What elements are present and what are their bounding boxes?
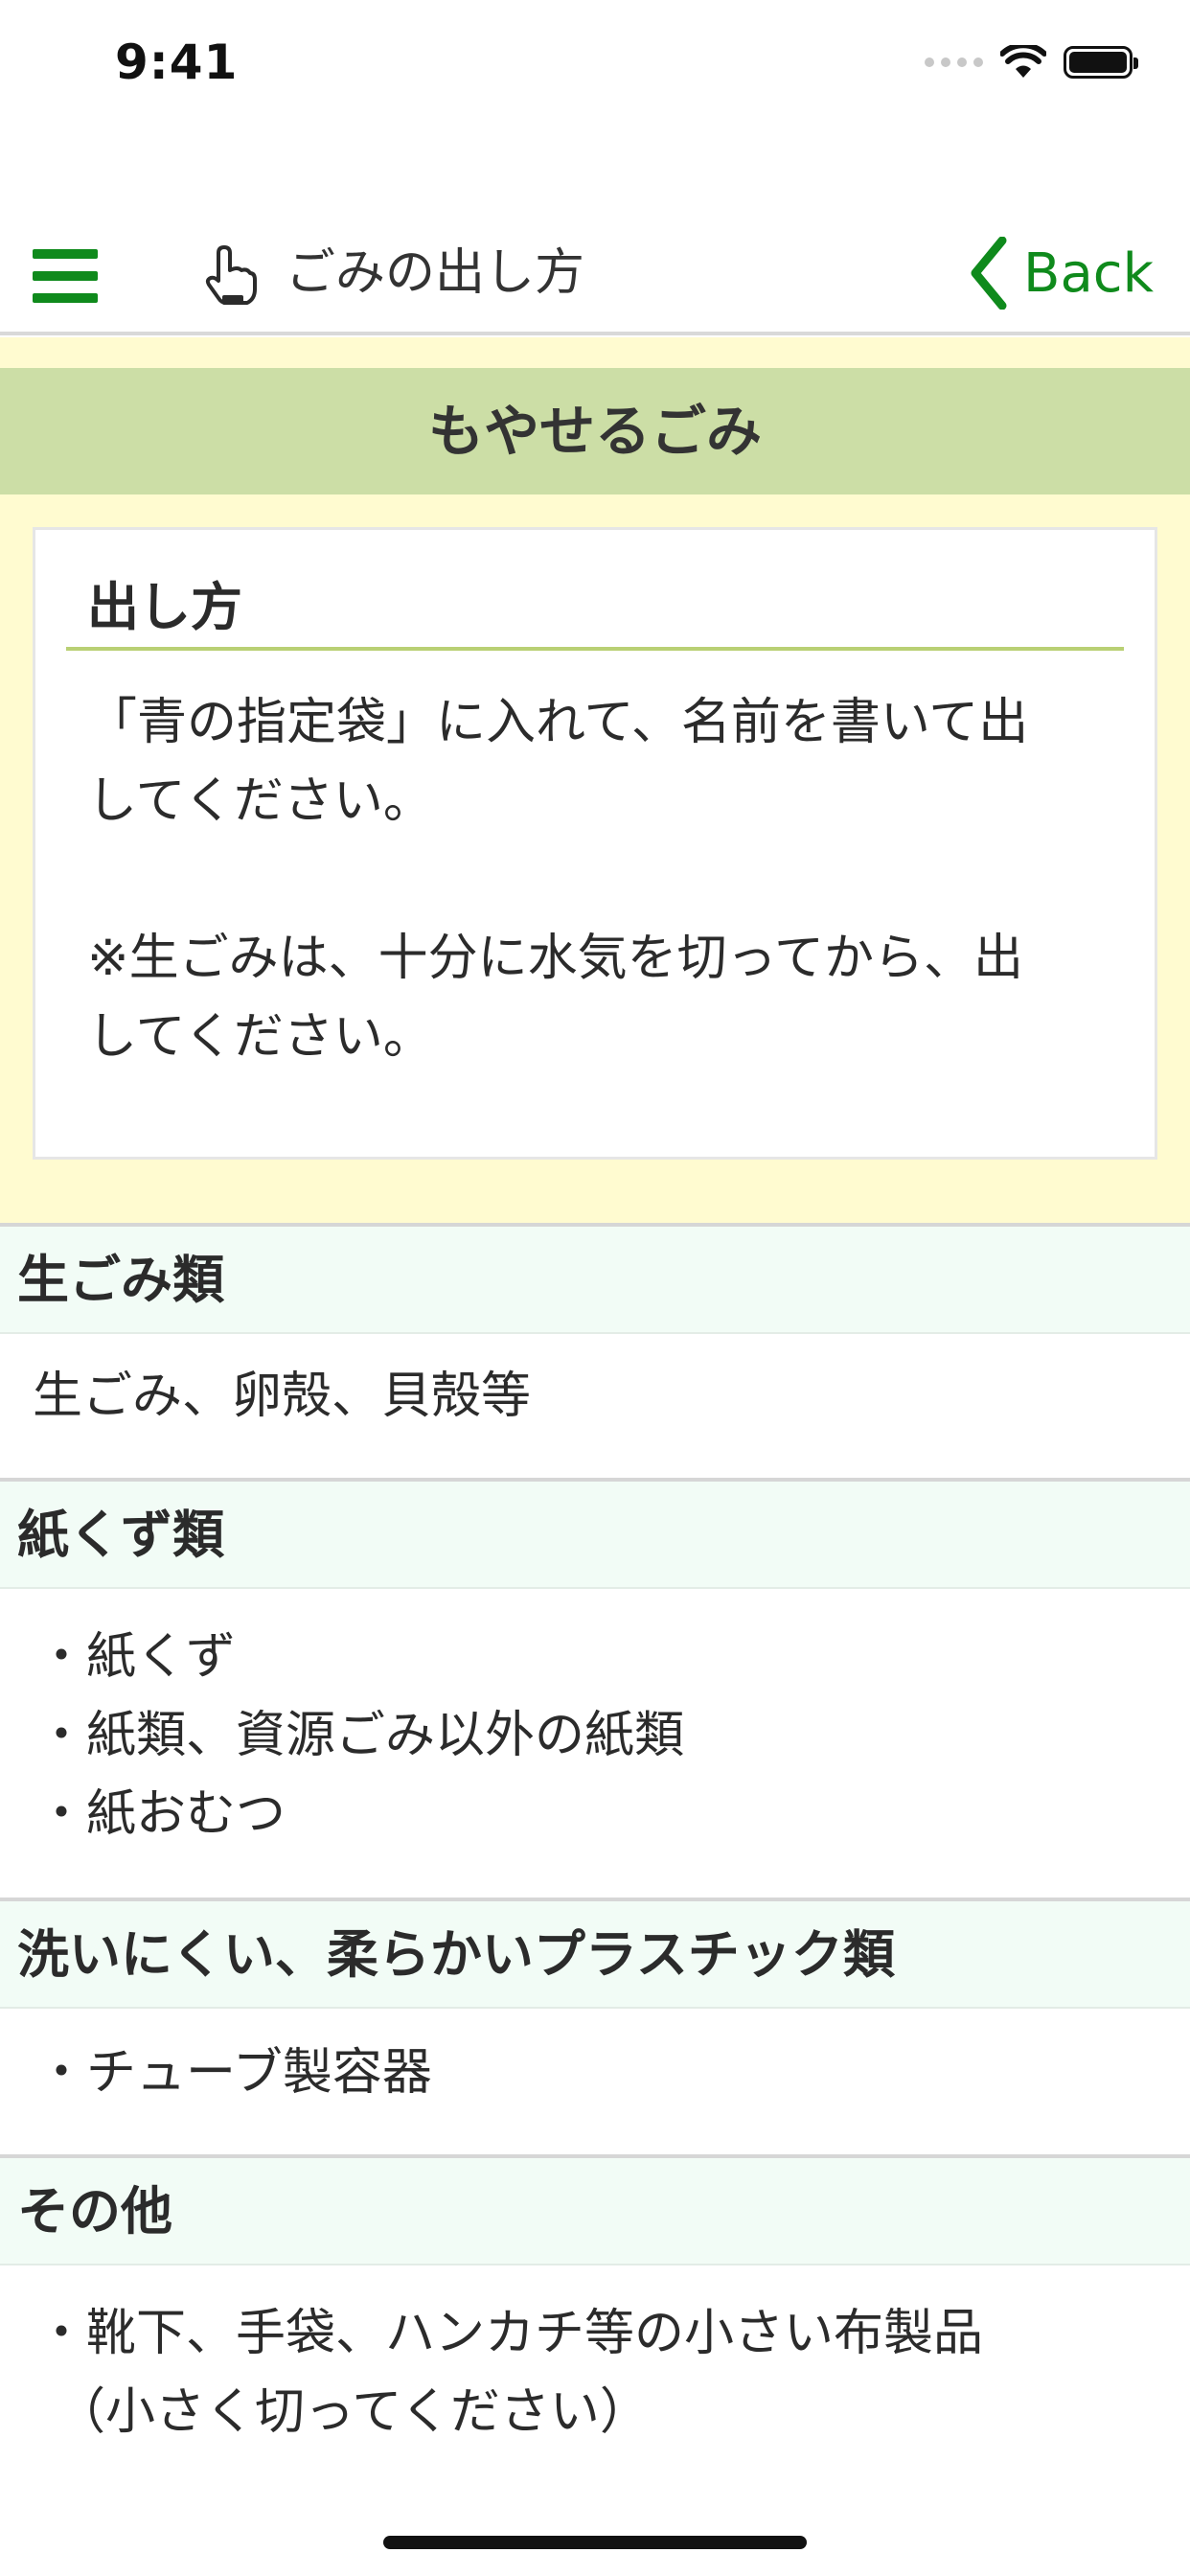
chevron-left-icon [971, 237, 1007, 310]
category-body-other: ・靴下、手袋、ハンカチ等の小さい布製品 （小さく切ってください） [0, 2266, 1190, 2476]
status-time: 9:41 [115, 34, 239, 90]
category-body-soft-plastics: ・チューブ製容器 [0, 2009, 1190, 2154]
category-header-food-waste: 生ごみ類 [0, 1223, 1190, 1334]
instructions-card: 出し方 「青の指定袋」に入れて、名前を書いて出 してください。 ※生ごみは、十分… [33, 527, 1157, 1160]
category-list: 生ごみ類 生ごみ、卵殻、貝殻等 紙くず類 ・紙くず ・紙類、資源ごみ以外の紙類 … [0, 1223, 1190, 2476]
list-item: ・紙類、資源ごみ以外の紙類 [36, 1707, 685, 1764]
category-header-other: その他 [0, 2154, 1190, 2266]
home-indicator[interactable] [383, 2536, 807, 2549]
list-item: ・チューブ製容器 [36, 2044, 432, 2102]
list-item: ・靴下、手袋、ハンカチ等の小さい布製品 [36, 2305, 984, 2362]
hamburger-menu-icon[interactable] [33, 249, 98, 303]
wifi-icon [1000, 45, 1046, 78]
page-title: ごみの出し方 [286, 244, 585, 302]
back-label: Back [1023, 242, 1154, 305]
category-body-food-waste: 生ごみ、卵殻、貝殻等 [0, 1334, 1190, 1478]
list-item-note: （小さく切ってください） [56, 2383, 650, 2441]
list-item: ・紙くず [36, 1628, 237, 1686]
status-icons [925, 40, 1138, 84]
instructions-heading: 出し方 [87, 577, 242, 637]
garbage-type-banner: もやせるごみ [0, 368, 1190, 494]
battery-icon [1064, 46, 1138, 79]
pointing-hand-icon [205, 245, 257, 305]
instructions-text: 「青の指定袋」に入れて、名前を書いて出 してください。 ※生ごみは、十分に水気を… [87, 694, 1029, 1066]
category-body-paper-waste: ・紙くず ・紙類、資源ごみ以外の紙類 ・紙おむつ [0, 1589, 1190, 1898]
heading-divider [66, 647, 1124, 651]
status-bar: 9:41 [0, 0, 1190, 126]
back-button[interactable]: Back [970, 230, 1154, 316]
category-header-paper-waste: 紙くず類 [0, 1478, 1190, 1589]
list-item: ・紙おむつ [36, 1785, 286, 1843]
list-item: 生ごみ、卵殻、貝殻等 [33, 1368, 532, 1425]
category-header-soft-plastics: 洗いにくい、柔らかいプラスチック類 [0, 1898, 1190, 2009]
garbage-type-section: もやせるごみ 出し方 「青の指定袋」に入れて、名前を書いて出 してください。 ※… [0, 337, 1190, 1225]
nav-bar: ごみの出し方 Back [0, 211, 1190, 335]
cellular-signal-icon [925, 58, 983, 67]
